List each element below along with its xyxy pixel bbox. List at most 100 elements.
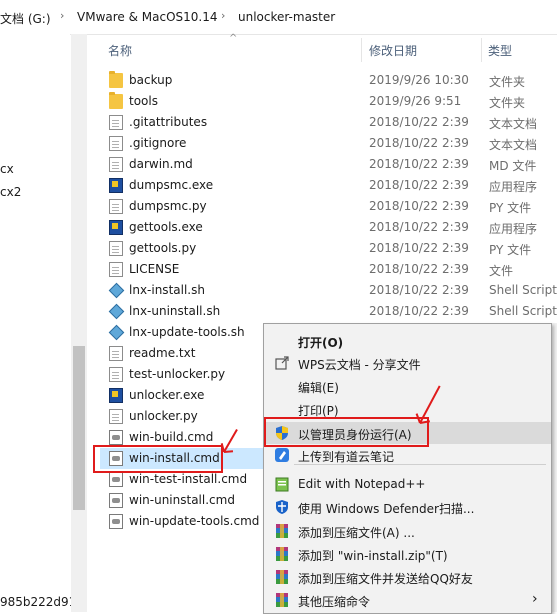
context-menu-label: 打开(O) bbox=[298, 336, 344, 350]
file-date: 2018/10/22 2:39 bbox=[369, 136, 469, 150]
column-divider[interactable] bbox=[481, 38, 482, 62]
file-row[interactable]: darwin.md 2018/10/22 2:39 MD 文件 bbox=[100, 154, 557, 175]
winrar-icon bbox=[274, 523, 290, 539]
cmd-file-icon bbox=[109, 472, 123, 487]
file-name: win-test-install.cmd bbox=[129, 472, 248, 486]
winrar-icon bbox=[274, 592, 290, 608]
context-menu-item-qq[interactable]: 添加到压缩文件并发送给QQ好友 bbox=[264, 566, 551, 588]
context-menu-item-edit-with-notepad[interactable]: Edit with Notepad++ bbox=[264, 473, 551, 495]
navigation-scrollbar-thumb[interactable] bbox=[73, 346, 85, 510]
file-row[interactable]: gettools.py 2018/10/22 2:39 PY 文件 bbox=[100, 238, 557, 259]
file-row[interactable]: LICENSE 2018/10/22 2:39 文件 bbox=[100, 259, 557, 280]
file-date: 2018/10/22 2:39 bbox=[369, 220, 469, 234]
file-type: 应用程序 bbox=[489, 180, 538, 194]
file-name: win-uninstall.cmd bbox=[129, 493, 235, 507]
context-menu-label: WPS云文档 - 分享文件 bbox=[298, 358, 421, 372]
navigation-pane: cx cx2 985b222d91 bbox=[0, 34, 76, 612]
context-menu-label: 使用 Windows Defender扫描... bbox=[298, 502, 475, 516]
column-header-type[interactable]: 类型 bbox=[488, 42, 512, 59]
file-name: dumpsmc.exe bbox=[129, 178, 214, 192]
file-date: 2018/10/22 2:39 bbox=[369, 304, 469, 318]
text-file-icon bbox=[109, 136, 123, 151]
file-date: 2018/10/22 2:39 bbox=[369, 283, 469, 297]
file-row[interactable]: backup 2019/9/26 10:30 文件夹 bbox=[100, 70, 557, 91]
file-name: LICENSE bbox=[129, 262, 180, 276]
file-row[interactable]: gettools.exe 2018/10/22 2:39 应用程序 bbox=[100, 217, 557, 238]
sort-ascending-icon: ^ bbox=[229, 33, 238, 44]
cmd-file-icon bbox=[109, 430, 123, 445]
submenu-arrow-icon: › bbox=[532, 591, 538, 607]
defender-shield-icon bbox=[274, 499, 290, 515]
file-type: Shell Script bbox=[489, 283, 557, 297]
context-menu-item-windows-defender[interactable]: 使用 Windows Defender扫描... bbox=[264, 496, 551, 518]
context-menu-item-o[interactable]: 打开(O) bbox=[264, 330, 551, 352]
breadcrumb-unlocker-folder[interactable]: unlocker-master bbox=[238, 10, 335, 24]
nav-item[interactable]: 985b222d91 bbox=[0, 595, 76, 609]
address-bar[interactable]: 文档 (G:) › VMware & MacOS10.14 › unlocker… bbox=[0, 0, 557, 35]
file-name: gettools.py bbox=[129, 241, 197, 255]
file-name: backup bbox=[129, 73, 173, 87]
file-type: 文件夹 bbox=[489, 96, 526, 110]
text-file-icon bbox=[109, 346, 123, 361]
context-menu-label: 添加到压缩文件并发送给QQ好友 bbox=[298, 572, 473, 586]
file-type: 文件 bbox=[489, 264, 514, 278]
context-menu-item-a[interactable]: 添加到压缩文件(A) ... bbox=[264, 520, 551, 542]
nav-item[interactable]: cx2 bbox=[0, 185, 21, 199]
file-name: tools bbox=[129, 94, 158, 108]
column-header-date[interactable]: 修改日期 bbox=[369, 42, 417, 59]
file-date: 2018/10/22 2:39 bbox=[369, 262, 469, 276]
shell-script-icon bbox=[109, 304, 123, 319]
file-name: readme.txt bbox=[129, 346, 196, 360]
file-type: 应用程序 bbox=[489, 222, 538, 236]
file-row[interactable]: .gitignore 2018/10/22 2:39 文本文档 bbox=[100, 133, 557, 154]
context-menu-label: Edit with Notepad++ bbox=[298, 477, 426, 491]
file-name: win-build.cmd bbox=[129, 430, 214, 444]
context-menu-item-wps[interactable]: WPS云文档 - 分享文件 bbox=[264, 352, 551, 374]
file-row[interactable]: tools 2019/9/26 9:51 文件夹 bbox=[100, 91, 557, 112]
breadcrumb-separator-icon: › bbox=[60, 9, 65, 22]
file-row[interactable]: lnx-uninstall.sh 2018/10/22 2:39 Shell Scr… bbox=[100, 301, 557, 322]
file-row[interactable]: .gitattributes 2018/10/22 2:39 文本文档 bbox=[100, 112, 557, 133]
file-date: 2019/9/26 9:51 bbox=[369, 94, 462, 108]
exe-icon bbox=[109, 220, 123, 235]
cmd-file-icon bbox=[109, 493, 123, 508]
file-name: dumpsmc.py bbox=[129, 199, 207, 213]
file-name: unlocker.exe bbox=[129, 388, 205, 402]
youdao-note-icon bbox=[274, 447, 290, 463]
context-menu-label: 添加到 "win-install.zip"(T) bbox=[298, 549, 448, 563]
column-divider[interactable] bbox=[361, 38, 362, 62]
file-row[interactable]: dumpsmc.exe 2018/10/22 2:39 应用程序 bbox=[100, 175, 557, 196]
share-icon bbox=[274, 355, 290, 371]
shell-script-icon bbox=[109, 283, 123, 298]
file-date: 2018/10/22 2:39 bbox=[369, 199, 469, 213]
context-menu-item-win-install-zip-t[interactable]: 添加到 "win-install.zip"(T) bbox=[264, 543, 551, 565]
breadcrumb-drive[interactable]: 文档 (G:) bbox=[0, 10, 51, 27]
file-date: 2018/10/22 2:39 bbox=[369, 178, 469, 192]
context-menu-item-e[interactable]: 编辑(E) bbox=[264, 375, 551, 397]
file-row[interactable]: dumpsmc.py 2018/10/22 2:39 PY 文件 bbox=[100, 196, 557, 217]
context-menu-label: 添加到压缩文件(A) ... bbox=[298, 526, 415, 540]
breadcrumb-vmware-folder[interactable]: VMware & MacOS10.14 bbox=[77, 10, 218, 24]
py-file-icon bbox=[109, 367, 123, 382]
file-type: 文件夹 bbox=[489, 75, 526, 89]
py-file-icon bbox=[109, 199, 123, 214]
column-header-name[interactable]: 名称 bbox=[108, 42, 132, 59]
py-file-icon bbox=[109, 241, 123, 256]
context-menu-item-item-11[interactable]: 其他压缩命令 › bbox=[264, 589, 551, 611]
nav-item[interactable]: cx bbox=[0, 162, 14, 176]
file-type: Shell Script bbox=[489, 304, 557, 318]
annotation-box-run-as-admin bbox=[264, 417, 429, 447]
file-name: test-unlocker.py bbox=[129, 367, 226, 381]
file-name: .gitattributes bbox=[129, 115, 208, 129]
file-date: 2018/10/22 2:39 bbox=[369, 241, 469, 255]
context-menu-item-item-5[interactable]: 上传到有道云笔记 bbox=[264, 444, 551, 466]
file-name: unlocker.py bbox=[129, 409, 198, 423]
file-name: .gitignore bbox=[129, 136, 187, 150]
breadcrumb-separator-icon: › bbox=[221, 9, 226, 22]
navigation-scrollbar[interactable] bbox=[71, 34, 87, 612]
text-file-icon bbox=[109, 115, 123, 130]
context-menu-label: 其他压缩命令 bbox=[298, 595, 371, 609]
file-name: lnx-uninstall.sh bbox=[129, 304, 221, 318]
file-row[interactable]: lnx-install.sh 2018/10/22 2:39 Shell Scrip… bbox=[100, 280, 557, 301]
file-type: 文本文档 bbox=[489, 117, 538, 131]
